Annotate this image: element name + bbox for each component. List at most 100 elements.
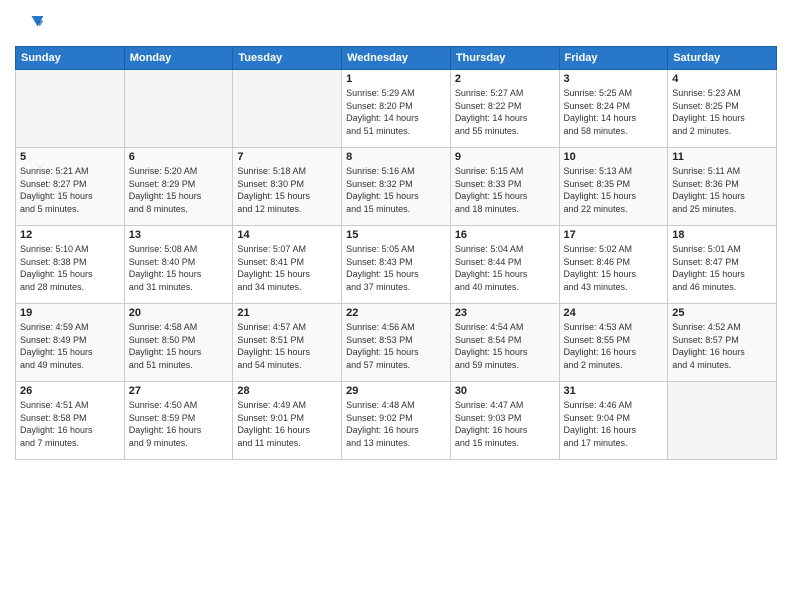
day-info: Sunrise: 4:59 AM Sunset: 8:49 PM Dayligh… (20, 321, 120, 371)
day-number: 24 (564, 307, 664, 319)
day-cell: 29 Sunrise: 4:48 AM Sunset: 9:02 PM Dayli… (342, 382, 451, 460)
day-number: 12 (20, 229, 120, 241)
day-info: Sunrise: 5:05 AM Sunset: 8:43 PM Dayligh… (346, 243, 446, 293)
day-cell: 5 Sunrise: 5:21 AM Sunset: 8:27 PM Daylig… (16, 148, 125, 226)
day-info: Sunrise: 5:10 AM Sunset: 8:38 PM Dayligh… (20, 243, 120, 293)
day-number: 18 (672, 229, 772, 241)
day-info: Sunrise: 4:58 AM Sunset: 8:50 PM Dayligh… (129, 321, 229, 371)
day-info: Sunrise: 5:18 AM Sunset: 8:30 PM Dayligh… (237, 165, 337, 215)
day-cell: 12 Sunrise: 5:10 AM Sunset: 8:38 PM Dayli… (16, 226, 125, 304)
day-info: Sunrise: 4:51 AM Sunset: 8:58 PM Dayligh… (20, 399, 120, 449)
day-number: 22 (346, 307, 446, 319)
day-info: Sunrise: 4:54 AM Sunset: 8:54 PM Dayligh… (455, 321, 555, 371)
day-cell: 16Sunrise: 5:04 AM Sunset: 8:44 PM Dayli… (450, 226, 559, 304)
day-number: 11 (672, 151, 772, 163)
day-number: 9 (455, 151, 555, 163)
weekday-header-monday: Monday (124, 47, 233, 70)
day-info: Sunrise: 5:29 AM Sunset: 8:20 PM Dayligh… (346, 87, 446, 137)
weekday-header-friday: Friday (559, 47, 668, 70)
day-cell: 21 Sunrise: 4:57 AM Sunset: 8:51 PM Dayli… (233, 304, 342, 382)
day-info: Sunrise: 4:56 AM Sunset: 8:53 PM Dayligh… (346, 321, 446, 371)
day-info: Sunrise: 5:27 AM Sunset: 8:22 PM Dayligh… (455, 87, 555, 137)
day-number: 13 (129, 229, 229, 241)
day-cell (124, 70, 233, 148)
day-info: Sunrise: 4:46 AM Sunset: 9:04 PM Dayligh… (564, 399, 664, 449)
day-cell: 13 Sunrise: 5:08 AM Sunset: 8:40 PM Dayli… (124, 226, 233, 304)
day-info: Sunrise: 5:20 AM Sunset: 8:29 PM Dayligh… (129, 165, 229, 215)
day-info: Sunrise: 5:15 AM Sunset: 8:33 PM Dayligh… (455, 165, 555, 215)
day-number: 30 (455, 385, 555, 397)
day-cell: 23 Sunrise: 4:54 AM Sunset: 8:54 PM Dayli… (450, 304, 559, 382)
day-cell: 19 Sunrise: 4:59 AM Sunset: 8:49 PM Dayli… (16, 304, 125, 382)
day-cell: 11 Sunrise: 5:11 AM Sunset: 8:36 PM Dayli… (668, 148, 777, 226)
day-cell: 1 Sunrise: 5:29 AM Sunset: 8:20 PM Daylig… (342, 70, 451, 148)
day-number: 16 (455, 229, 555, 241)
day-cell: 22 Sunrise: 4:56 AM Sunset: 8:53 PM Dayli… (342, 304, 451, 382)
day-cell: 3 Sunrise: 5:25 AM Sunset: 8:24 PM Daylig… (559, 70, 668, 148)
day-cell: 2 Sunrise: 5:27 AM Sunset: 8:22 PM Daylig… (450, 70, 559, 148)
weekday-header-wednesday: Wednesday (342, 47, 451, 70)
day-number: 4 (672, 73, 772, 85)
weekday-header-thursday: Thursday (450, 47, 559, 70)
day-info: Sunrise: 4:52 AM Sunset: 8:57 PM Dayligh… (672, 321, 772, 371)
day-cell: 18 Sunrise: 5:01 AM Sunset: 8:47 PM Dayli… (668, 226, 777, 304)
day-info: Sunrise: 4:57 AM Sunset: 8:51 PM Dayligh… (237, 321, 337, 371)
day-cell: 30 Sunrise: 4:47 AM Sunset: 9:03 PM Dayli… (450, 382, 559, 460)
day-info: Sunrise: 4:53 AM Sunset: 8:55 PM Dayligh… (564, 321, 664, 371)
week-row-2: 5 Sunrise: 5:21 AM Sunset: 8:27 PM Daylig… (16, 148, 777, 226)
day-info: Sunrise: 5:16 AM Sunset: 8:32 PM Dayligh… (346, 165, 446, 215)
weekday-header-tuesday: Tuesday (233, 47, 342, 70)
day-cell: 14 Sunrise: 5:07 AM Sunset: 8:41 PM Dayli… (233, 226, 342, 304)
day-cell: 10Sunrise: 5:13 AM Sunset: 8:35 PM Dayli… (559, 148, 668, 226)
calendar-page: SundayMondayTuesdayWednesdayThursdayFrid… (0, 0, 792, 612)
day-info: Sunrise: 5:23 AM Sunset: 8:25 PM Dayligh… (672, 87, 772, 137)
day-info: Sunrise: 5:07 AM Sunset: 8:41 PM Dayligh… (237, 243, 337, 293)
day-cell (16, 70, 125, 148)
week-row-5: 26 Sunrise: 4:51 AM Sunset: 8:58 PM Dayli… (16, 382, 777, 460)
day-number: 17 (564, 229, 664, 241)
day-number: 15 (346, 229, 446, 241)
day-info: Sunrise: 5:25 AM Sunset: 8:24 PM Dayligh… (564, 87, 664, 137)
day-info: Sunrise: 4:47 AM Sunset: 9:03 PM Dayligh… (455, 399, 555, 449)
day-cell (668, 382, 777, 460)
day-number: 29 (346, 385, 446, 397)
day-number: 2 (455, 73, 555, 85)
day-number: 3 (564, 73, 664, 85)
day-info: Sunrise: 5:01 AM Sunset: 8:47 PM Dayligh… (672, 243, 772, 293)
day-info: Sunrise: 4:48 AM Sunset: 9:02 PM Dayligh… (346, 399, 446, 449)
day-cell: 31 Sunrise: 4:46 AM Sunset: 9:04 PM Dayli… (559, 382, 668, 460)
logo-icon (15, 10, 45, 40)
day-number: 6 (129, 151, 229, 163)
day-number: 31 (564, 385, 664, 397)
day-number: 7 (237, 151, 337, 163)
day-cell: 26 Sunrise: 4:51 AM Sunset: 8:58 PM Dayli… (16, 382, 125, 460)
day-number: 8 (346, 151, 446, 163)
day-number: 27 (129, 385, 229, 397)
day-cell: 17 Sunrise: 5:02 AM Sunset: 8:46 PM Dayli… (559, 226, 668, 304)
day-info: Sunrise: 4:50 AM Sunset: 8:59 PM Dayligh… (129, 399, 229, 449)
day-number: 19 (20, 307, 120, 319)
weekday-header-sunday: Sunday (16, 47, 125, 70)
day-info: Sunrise: 5:11 AM Sunset: 8:36 PM Dayligh… (672, 165, 772, 215)
weekday-header-row: SundayMondayTuesdayWednesdayThursdayFrid… (16, 47, 777, 70)
day-cell: 24 Sunrise: 4:53 AM Sunset: 8:55 PM Dayli… (559, 304, 668, 382)
day-cell: 4 Sunrise: 5:23 AM Sunset: 8:25 PM Daylig… (668, 70, 777, 148)
day-number: 1 (346, 73, 446, 85)
day-info: Sunrise: 5:21 AM Sunset: 8:27 PM Dayligh… (20, 165, 120, 215)
week-row-1: 1 Sunrise: 5:29 AM Sunset: 8:20 PM Daylig… (16, 70, 777, 148)
day-number: 5 (20, 151, 120, 163)
day-cell: 25 Sunrise: 4:52 AM Sunset: 8:57 PM Dayli… (668, 304, 777, 382)
day-cell: 28Sunrise: 4:49 AM Sunset: 9:01 PM Dayli… (233, 382, 342, 460)
header (15, 10, 777, 40)
day-number: 25 (672, 307, 772, 319)
day-cell (233, 70, 342, 148)
day-number: 26 (20, 385, 120, 397)
calendar-table: SundayMondayTuesdayWednesdayThursdayFrid… (15, 46, 777, 460)
day-number: 21 (237, 307, 337, 319)
day-number: 23 (455, 307, 555, 319)
day-cell: 15 Sunrise: 5:05 AM Sunset: 8:43 PM Dayli… (342, 226, 451, 304)
day-number: 14 (237, 229, 337, 241)
week-row-4: 19 Sunrise: 4:59 AM Sunset: 8:49 PM Dayli… (16, 304, 777, 382)
day-info: Sunrise: 5:02 AM Sunset: 8:46 PM Dayligh… (564, 243, 664, 293)
day-info: Sunrise: 5:08 AM Sunset: 8:40 PM Dayligh… (129, 243, 229, 293)
